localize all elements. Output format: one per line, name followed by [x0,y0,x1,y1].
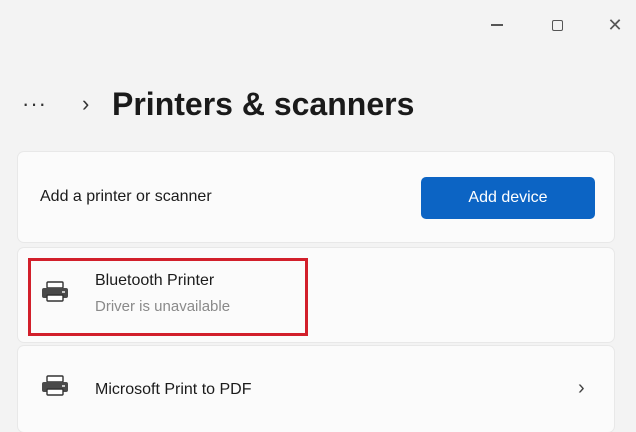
close-button[interactable]: ✕ [592,8,636,42]
printer-status: Driver is unavailable [95,298,231,315]
add-device-button[interactable]: Add device [421,177,595,219]
close-icon: ✕ [607,15,623,35]
minimize-button[interactable] [474,8,520,42]
add-printer-card: Add a printer or scanner Add device [18,152,614,242]
breadcrumb: ··· › Printers & scanners [22,80,414,128]
maximize-button[interactable] [534,8,580,42]
minimize-icon [491,24,503,26]
printer-icon [42,281,68,302]
add-printer-label: Add a printer or scanner [40,188,212,205]
title-bar: ✕ [0,0,636,52]
printer-name: Microsoft Print to PDF [95,381,252,398]
maximize-icon [551,19,563,31]
more-icon[interactable]: ··· [22,91,66,117]
page-title: Printers & scanners [112,85,415,122]
printer-name: Bluetooth Printer [95,272,215,289]
printer-icon [42,375,68,396]
printer-item-bluetooth[interactable]: Bluetooth Printer Driver is unavailable [18,248,614,342]
chevron-right-icon: › [82,91,90,116]
chevron-right-icon[interactable]: › [578,377,585,400]
printer-item-pdf[interactable]: Microsoft Print to PDF › [18,346,614,432]
